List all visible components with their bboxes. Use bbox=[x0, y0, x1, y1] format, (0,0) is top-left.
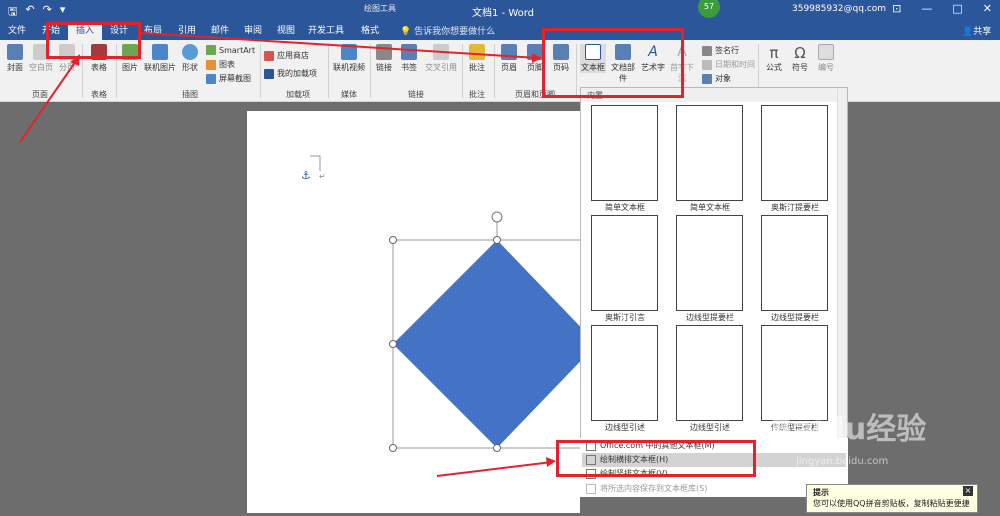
watermark-url: jingyan.baidu.com bbox=[796, 456, 889, 467]
arrow-line bbox=[19, 57, 79, 143]
ime-tip-popup: 提示 您可以使用QQ拼音剪贴板，复制粘贴更便捷 × bbox=[806, 484, 978, 513]
watermark-logo: Baidu经验 bbox=[770, 412, 927, 447]
arrow-head bbox=[70, 54, 80, 66]
popup-title: 提示 bbox=[813, 488, 829, 497]
arrow-head bbox=[532, 53, 542, 63]
arrow-line bbox=[140, 32, 539, 59]
close-icon[interactable]: × bbox=[963, 486, 973, 496]
popup-text: 您可以使用QQ拼音剪贴板，复制粘贴更便捷 bbox=[813, 499, 970, 508]
arrow-line bbox=[436, 461, 553, 477]
arrow-head bbox=[546, 457, 556, 467]
